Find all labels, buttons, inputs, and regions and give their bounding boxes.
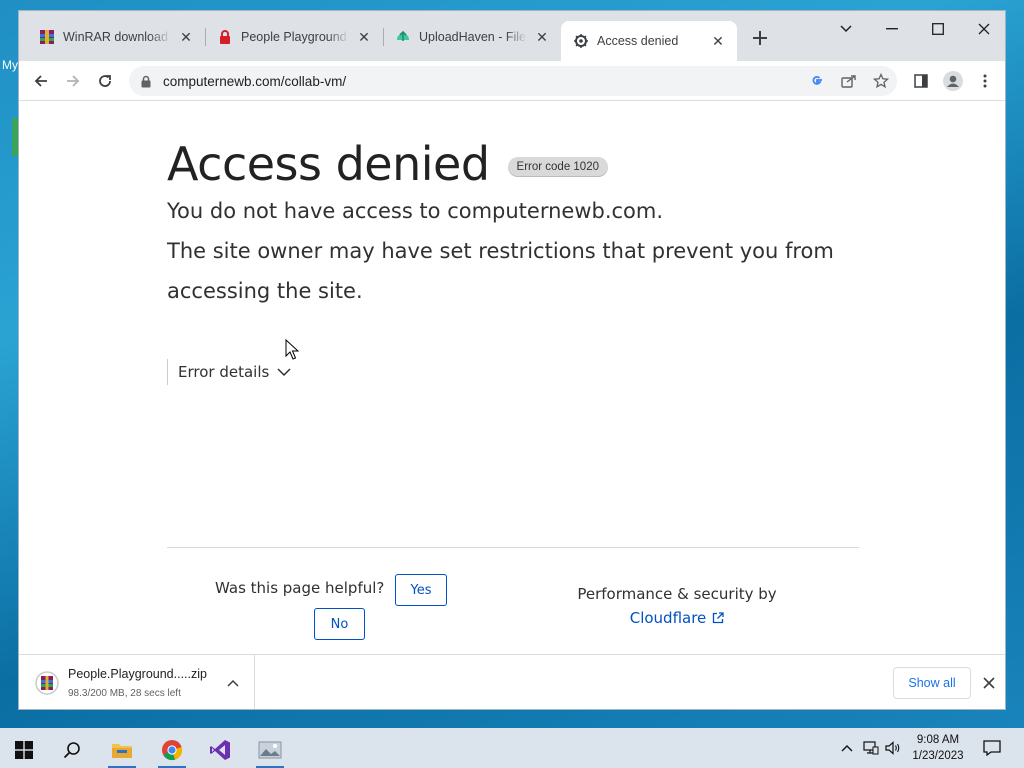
page-title: Access denied: [167, 137, 490, 191]
maximize-icon: [932, 23, 944, 35]
url-text: computernewb.com/collab-vm/: [163, 73, 347, 89]
close-window-button[interactable]: [961, 15, 1005, 43]
clock-time: 9:08 AM: [916, 734, 960, 746]
error-details-toggle[interactable]: Error details: [167, 359, 291, 385]
lock-badge-icon: [217, 29, 233, 45]
search-button[interactable]: [52, 732, 92, 768]
search-icon: [63, 742, 80, 759]
bookmark-star-icon[interactable]: [869, 69, 893, 93]
side-panel-button[interactable]: [909, 69, 933, 93]
chrome-icon: [162, 740, 183, 761]
back-button[interactable]: [29, 69, 53, 93]
arrow-right-icon: [67, 75, 80, 87]
download-bar: People.Playground.....zip 98.3/200 MB, 2…: [19, 654, 1005, 709]
close-tab-icon[interactable]: ✕: [355, 28, 373, 46]
google-translate-icon[interactable]: [805, 69, 829, 93]
chevron-up-icon: [841, 745, 853, 752]
divider: [167, 547, 859, 548]
close-tab-icon[interactable]: ✕: [709, 32, 727, 50]
close-tab-icon[interactable]: ✕: [533, 28, 551, 46]
tab-uploadhaven[interactable]: UploadHaven - File S ✕: [383, 21, 561, 53]
tab-search-button[interactable]: [823, 15, 869, 43]
reload-icon: [99, 75, 111, 87]
minimize-icon: [886, 28, 898, 30]
maximize-button[interactable]: [915, 15, 961, 43]
more-vert-icon: [983, 74, 987, 88]
access-message: You do not have access to computernewb.c…: [167, 199, 664, 223]
lock-icon[interactable]: [141, 74, 155, 88]
clock-date: 1/23/2023: [912, 750, 964, 762]
file-explorer-icon: [112, 744, 132, 758]
notification-icon: [983, 740, 1001, 756]
tab-title: WinRAR download fr: [63, 30, 171, 44]
browser-window: WinRAR download fr ✕ People Playground F…: [18, 10, 1006, 710]
visual-studio-button[interactable]: [200, 732, 240, 768]
tab-access-denied[interactable]: Access denied ✕: [561, 21, 737, 61]
close-icon: [978, 23, 990, 35]
forward-button[interactable]: [61, 69, 85, 93]
mouse-cursor-icon: [285, 338, 300, 361]
notification-center-button[interactable]: [980, 736, 1004, 760]
windows-logo-icon: [15, 741, 33, 759]
show-hidden-icons-button[interactable]: [838, 738, 856, 758]
heading-row: Access denied Error code 1020: [167, 137, 608, 191]
restriction-message: The site owner may have set restrictions…: [167, 239, 834, 303]
chevron-up-icon[interactable]: [225, 675, 241, 691]
cloudflare-link-label: Cloudflare: [629, 609, 707, 627]
visual-studio-icon: [210, 740, 230, 760]
tab-title: UploadHaven - File S: [419, 30, 527, 44]
close-download-bar-icon[interactable]: [979, 673, 999, 693]
desktop-icon-label: My: [2, 58, 18, 72]
tab-people-playground[interactable]: People Playground Fr ✕: [205, 21, 383, 53]
browser-toolbar: computernewb.com/collab-vm/: [19, 61, 1005, 101]
network-icon[interactable]: [862, 738, 880, 758]
avatar-icon: [943, 71, 963, 91]
tab-strip: WinRAR download fr ✕ People Playground F…: [19, 11, 1005, 61]
yes-button[interactable]: Yes: [395, 574, 447, 606]
chevron-down-icon: [840, 25, 852, 33]
plus-icon: [753, 31, 767, 45]
performance-text: Performance & security by: [577, 585, 777, 603]
show-all-button[interactable]: Show all: [893, 667, 971, 699]
photos-icon: [258, 741, 282, 759]
cloudflare-link[interactable]: Cloudflare: [567, 609, 787, 627]
arrow-left-icon: [34, 75, 47, 87]
page-gear-icon: [573, 33, 589, 49]
reload-button[interactable]: [93, 69, 117, 93]
address-bar[interactable]: computernewb.com/collab-vm/: [129, 66, 897, 96]
download-status: 98.3/200 MB, 28 secs left: [68, 688, 181, 699]
side-panel-icon: [914, 74, 928, 88]
helpful-question: Was this page helpful?: [215, 579, 385, 597]
minimize-button[interactable]: [869, 15, 915, 43]
menu-button[interactable]: [973, 69, 997, 93]
external-link-icon: [713, 612, 724, 624]
winrar-icon: [39, 29, 55, 45]
tab-title: Access denied: [597, 34, 679, 48]
chrome-button[interactable]: [152, 732, 192, 768]
tab-title: People Playground Fr: [241, 30, 349, 44]
error-code-badge: Error code 1020: [507, 157, 608, 177]
taskbar: 9:08 AM 1/23/2023: [0, 728, 1024, 768]
tab-winrar[interactable]: WinRAR download fr ✕: [27, 21, 205, 53]
no-button[interactable]: No: [314, 608, 365, 640]
system-clock[interactable]: 9:08 AM 1/23/2023: [900, 732, 976, 764]
chevron-down-icon: [277, 365, 291, 379]
new-tab-button[interactable]: [749, 27, 771, 49]
photos-button[interactable]: [250, 732, 290, 768]
page-content: Access denied Error code 1020 You do not…: [19, 101, 1005, 654]
start-button[interactable]: [4, 732, 44, 768]
error-details-label: Error details: [178, 363, 270, 381]
winrar-archive-icon: [35, 671, 59, 695]
profile-button[interactable]: [941, 69, 965, 93]
share-icon[interactable]: [837, 69, 861, 93]
close-tab-icon[interactable]: ✕: [177, 28, 195, 46]
uploadhaven-icon: [395, 29, 411, 45]
file-explorer-button[interactable]: [102, 732, 142, 768]
download-item[interactable]: People.Playground.....zip 98.3/200 MB, 2…: [29, 655, 255, 709]
download-file-name: People.Playground.....zip: [68, 667, 207, 681]
